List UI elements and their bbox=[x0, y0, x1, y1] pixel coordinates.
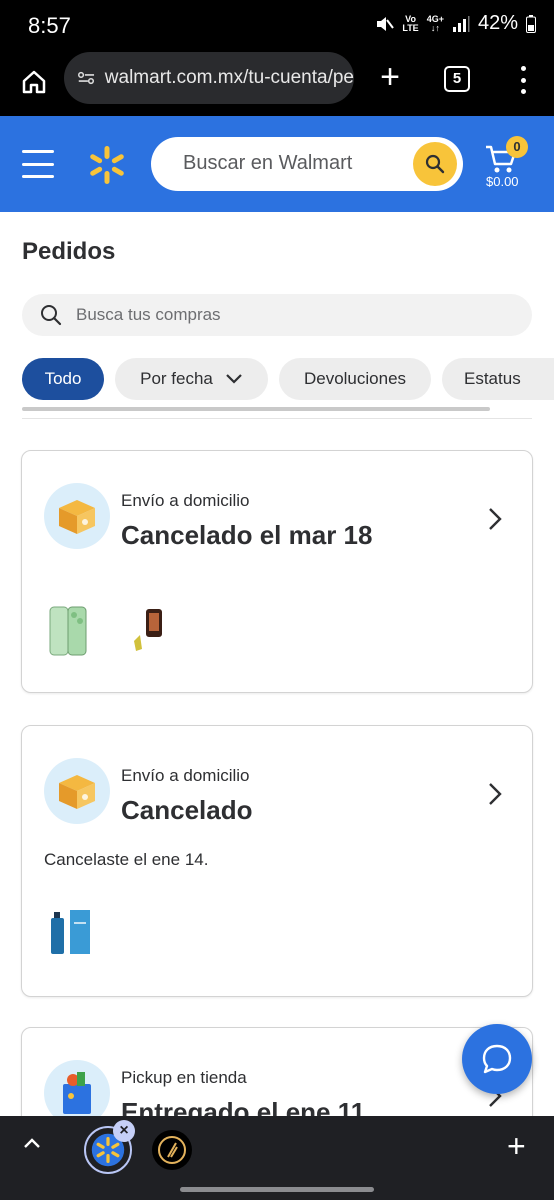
product-thumbnail-phone[interactable] bbox=[48, 605, 90, 657]
tab-other[interactable] bbox=[152, 1130, 192, 1170]
battery-percent: 42% bbox=[477, 12, 518, 34]
new-tab-button[interactable]: + bbox=[372, 60, 408, 96]
search-placeholder: Buscar en Walmart bbox=[183, 152, 353, 174]
gesture-bar bbox=[180, 1187, 374, 1192]
product-thumbnail-perfume[interactable] bbox=[48, 908, 94, 958]
walmart-spark-logo[interactable] bbox=[86, 144, 128, 186]
volte-icon: Vo LTE bbox=[402, 13, 419, 33]
page-title: Pedidos bbox=[22, 238, 116, 265]
product-thumbnail-case[interactable] bbox=[128, 607, 168, 655]
filter-scrollbar[interactable] bbox=[22, 407, 490, 411]
home-icon bbox=[22, 70, 46, 94]
cart-count-badge: 0 bbox=[506, 136, 528, 158]
chat-button[interactable] bbox=[462, 1024, 532, 1094]
order-card[interactable]: Envío a domicilio Cancelado el mar 18 bbox=[21, 450, 533, 693]
mute-icon bbox=[377, 16, 395, 31]
order-type: Envío a domicilio bbox=[121, 491, 250, 510]
order-card[interactable]: Envío a domicilio Cancelado Cancelaste e… bbox=[21, 725, 533, 997]
walmart-header: Buscar en Walmart 0 $0.00 bbox=[0, 116, 554, 212]
status-time: 8:57 bbox=[28, 13, 71, 38]
chat-bubble-icon bbox=[482, 1044, 512, 1074]
add-tab-button[interactable]: + bbox=[507, 1130, 526, 1162]
cart-button[interactable]: 0 $0.00 bbox=[484, 136, 528, 194]
chevron-down-icon bbox=[226, 374, 242, 384]
status-bar: 8:57 Vo LTE 4G+ ↓↑ 42% bbox=[0, 0, 554, 52]
status-icons: Vo LTE 4G+ ↓↑ 42% bbox=[374, 12, 536, 35]
walmart-search-input[interactable]: Buscar en Walmart bbox=[151, 137, 463, 191]
order-search-input[interactable]: Busca tus compras bbox=[22, 294, 532, 336]
order-status: Cancelado el mar 18 bbox=[121, 520, 373, 550]
battery-icon bbox=[526, 14, 536, 33]
filter-chip-todo[interactable]: Todo bbox=[22, 358, 104, 400]
search-button[interactable] bbox=[413, 142, 457, 186]
chevron-right-icon[interactable] bbox=[488, 782, 502, 806]
menu-icon[interactable] bbox=[22, 150, 54, 178]
site-favicon-icon bbox=[158, 1136, 186, 1164]
site-settings-icon[interactable] bbox=[78, 69, 95, 87]
search-icon bbox=[425, 154, 445, 174]
order-type: Pickup en tienda bbox=[121, 1068, 247, 1087]
order-search-placeholder: Busca tus compras bbox=[76, 305, 221, 324]
close-tab-button[interactable]: × bbox=[113, 1120, 135, 1142]
address-bar[interactable]: walmart.com.mx/tu-cuenta/pe bbox=[64, 52, 354, 104]
filter-chip-devoluciones[interactable]: Devoluciones bbox=[279, 358, 431, 400]
chevron-up-icon[interactable] bbox=[22, 1136, 42, 1150]
browser-toolbar: walmart.com.mx/tu-cuenta/pe + 5 bbox=[0, 52, 554, 116]
more-menu-button[interactable] bbox=[508, 64, 538, 96]
filter-chip-por-fecha[interactable]: Por fecha bbox=[115, 358, 268, 400]
search-icon bbox=[41, 305, 62, 326]
signal-icon bbox=[452, 15, 470, 32]
chevron-right-icon[interactable] bbox=[488, 507, 502, 531]
tab-switcher-button[interactable]: 5 bbox=[444, 66, 470, 92]
order-status: Cancelado bbox=[121, 795, 253, 825]
filter-chip-estatus[interactable]: Estatus bbox=[442, 358, 554, 400]
shipping-box-icon bbox=[44, 758, 110, 824]
shipping-box-icon bbox=[44, 483, 110, 549]
cart-total: $0.00 bbox=[486, 174, 519, 189]
order-type: Envío a domicilio bbox=[121, 766, 250, 785]
url-text: walmart.com.mx/tu-cuenta/pe bbox=[104, 67, 354, 88]
order-note: Cancelaste el ene 14. bbox=[44, 850, 209, 869]
network-4g-icon: 4G+ ↓↑ bbox=[426, 13, 444, 33]
divider bbox=[22, 418, 532, 419]
home-button[interactable] bbox=[14, 62, 54, 102]
